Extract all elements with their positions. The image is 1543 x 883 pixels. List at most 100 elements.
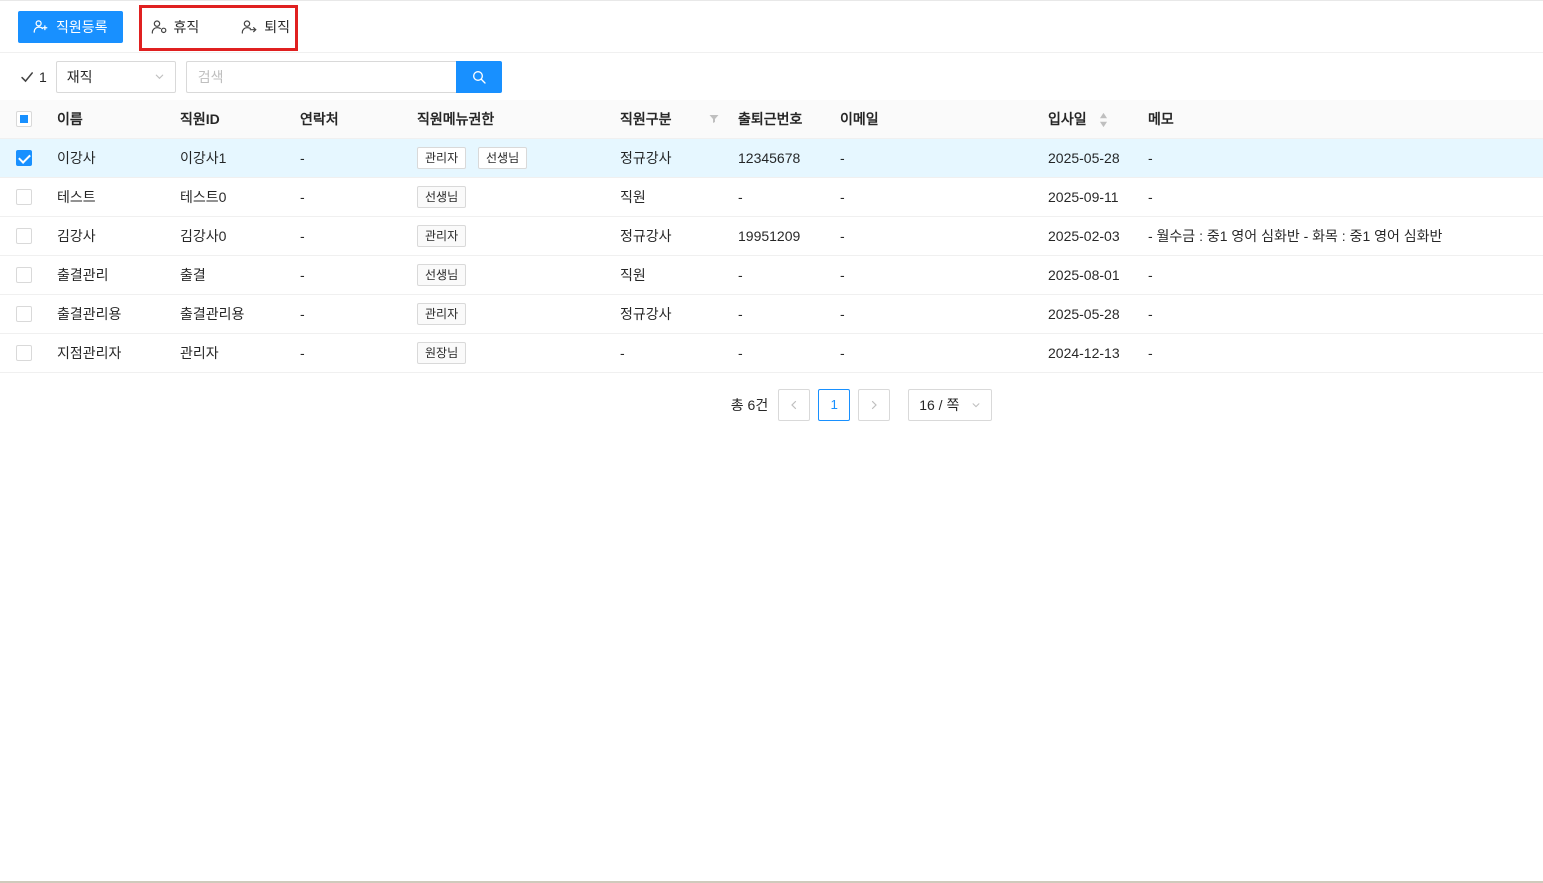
cell-memo: - 월수금 : 중1 영어 심화반 - 화목 : 중1 영어 심화반 <box>1138 216 1543 256</box>
filter-funnel-icon[interactable] <box>708 113 720 125</box>
column-header-contact: 연락처 <box>290 100 407 139</box>
filter-bar: 1 재직 <box>0 53 1543 100</box>
cell-id: 관리자 <box>170 333 290 373</box>
row-checkbox[interactable] <box>15 189 32 206</box>
cell-contact: - <box>290 333 407 373</box>
cell-email: - <box>830 333 1038 373</box>
cell-category: 정규강사 <box>610 138 728 178</box>
cell-contact: - <box>290 216 407 256</box>
leave-of-absence-label: 휴직 <box>173 18 200 35</box>
column-header-join-date: 입사일 <box>1038 100 1138 139</box>
cell-email: - <box>830 294 1038 334</box>
select-all-checkbox[interactable] <box>15 111 32 128</box>
row-checkbox[interactable] <box>15 228 32 245</box>
table-row[interactable]: 지점관리자 관리자 - 원장님 - - - 2024-12-13 - <box>0 333 1543 373</box>
toolbar: 직원등록 휴직 퇴직 <box>0 1 1543 53</box>
column-header-id: 직원ID <box>170 100 290 139</box>
table-row[interactable]: 테스트 테스트0 - 선생님 직원 - - 2025-09-11 - <box>0 177 1543 217</box>
column-header-name: 이름 <box>47 100 170 139</box>
prev-page-button[interactable] <box>778 388 811 421</box>
table-row[interactable]: 출결관리 출결 - 선생님 직원 - - 2025-08-01 - <box>0 255 1543 295</box>
cell-attendance-no: - <box>728 294 830 334</box>
check-icon <box>20 70 34 84</box>
cell-id: 이강사1 <box>170 138 290 178</box>
cell-contact: - <box>290 294 407 334</box>
column-header-permissions: 직원메뉴권한 <box>407 100 610 139</box>
next-page-button[interactable] <box>858 388 891 421</box>
cell-permissions: 관리자 <box>407 294 610 334</box>
chevron-down-icon <box>971 400 981 410</box>
search-input[interactable] <box>185 60 456 93</box>
cell-memo: - <box>1138 333 1543 373</box>
column-header-attendance-no: 출퇴근번호 <box>728 100 830 139</box>
search-icon <box>471 69 487 85</box>
cell-join-date: 2025-05-28 <box>1038 138 1138 178</box>
row-checkbox[interactable] <box>15 267 32 284</box>
chevron-right-icon <box>872 400 878 409</box>
column-header-email: 이메일 <box>830 100 1038 139</box>
cell-id: 테스트0 <box>170 177 290 217</box>
cell-attendance-no: - <box>728 255 830 295</box>
page-size-select[interactable]: 16 / 쪽 <box>908 388 993 421</box>
search-button[interactable] <box>455 60 502 93</box>
table-row[interactable]: 김강사 김강사0 - 관리자 정규강사 19951209 - 2025-02-0… <box>0 216 1543 256</box>
table-row[interactable]: 출결관리용 출결관리용 - 관리자 정규강사 - - 2025-05-28 - <box>0 294 1543 334</box>
permission-badge: 관리자 <box>417 224 467 247</box>
status-filter-value: 재직 <box>66 68 93 85</box>
row-checkbox[interactable] <box>15 306 32 323</box>
permission-badge: 선생님 <box>478 146 528 169</box>
row-checkbox[interactable] <box>15 345 32 362</box>
cell-permissions: 선생님 <box>407 255 610 295</box>
cell-category: 정규강사 <box>610 294 728 334</box>
cell-contact: - <box>290 177 407 217</box>
cell-name: 출결관리용 <box>47 294 170 334</box>
chevron-left-icon <box>791 400 797 409</box>
cell-email: - <box>830 177 1038 217</box>
chevron-down-icon <box>154 71 165 82</box>
cell-join-date: 2025-09-11 <box>1038 177 1138 217</box>
register-employee-label: 직원등록 <box>56 18 108 35</box>
cell-email: - <box>830 138 1038 178</box>
cell-id: 김강사0 <box>170 216 290 256</box>
cell-memo: - <box>1138 294 1543 334</box>
cell-email: - <box>830 216 1038 256</box>
person-leave-icon <box>241 19 257 35</box>
person-pause-icon <box>151 19 167 35</box>
row-checkbox[interactable] <box>15 150 32 167</box>
column-header-category-label: 직원구분 <box>620 110 672 127</box>
cell-attendance-no: 12345678 <box>728 138 830 178</box>
status-filter-select[interactable]: 재직 <box>55 60 176 93</box>
cell-permissions: 관리자 <box>407 216 610 256</box>
column-header-category: 직원구분 <box>610 100 728 139</box>
cell-name: 출결관리 <box>47 255 170 295</box>
resign-button[interactable]: 퇴직 <box>235 11 296 43</box>
cell-id: 출결관리용 <box>170 294 290 334</box>
sort-carets-icon[interactable] <box>1099 112 1108 128</box>
table-row[interactable]: 이강사 이강사1 - 관리자 선생님 정규강사 12345678 - 2025-… <box>0 138 1543 178</box>
cell-name: 이강사 <box>47 138 170 178</box>
leave-of-absence-button[interactable]: 휴직 <box>145 11 206 43</box>
cell-attendance-no: - <box>728 177 830 217</box>
cell-name: 테스트 <box>47 177 170 217</box>
register-employee-button[interactable]: 직원등록 <box>18 10 123 43</box>
cell-join-date: 2024-12-13 <box>1038 333 1138 373</box>
cell-contact: - <box>290 138 407 178</box>
cell-id: 출결 <box>170 255 290 295</box>
search-group <box>185 60 502 93</box>
cell-category: 직원 <box>610 255 728 295</box>
column-header-memo: 메모 <box>1138 100 1543 139</box>
cell-attendance-no: 19951209 <box>728 216 830 256</box>
cell-contact: - <box>290 255 407 295</box>
cell-name: 지점관리자 <box>47 333 170 373</box>
employee-management-page: 직원등록 휴직 퇴직 1 재직 검색 이름 직원ID 연락처 직원메뉴권한 직원… <box>0 0 1543 883</box>
page-number-button[interactable]: 1 <box>818 388 851 421</box>
cell-email: - <box>830 255 1038 295</box>
selected-count-indicator: 1 <box>20 69 47 85</box>
cell-join-date: 2025-05-28 <box>1038 294 1138 334</box>
person-add-icon <box>33 19 48 34</box>
resign-label: 퇴직 <box>264 18 291 35</box>
page-size-value: 16 / 쪽 <box>919 396 960 413</box>
cell-join-date: 2025-02-03 <box>1038 216 1138 256</box>
permission-badge: 관리자 <box>417 146 467 169</box>
cell-memo: - <box>1138 255 1543 295</box>
